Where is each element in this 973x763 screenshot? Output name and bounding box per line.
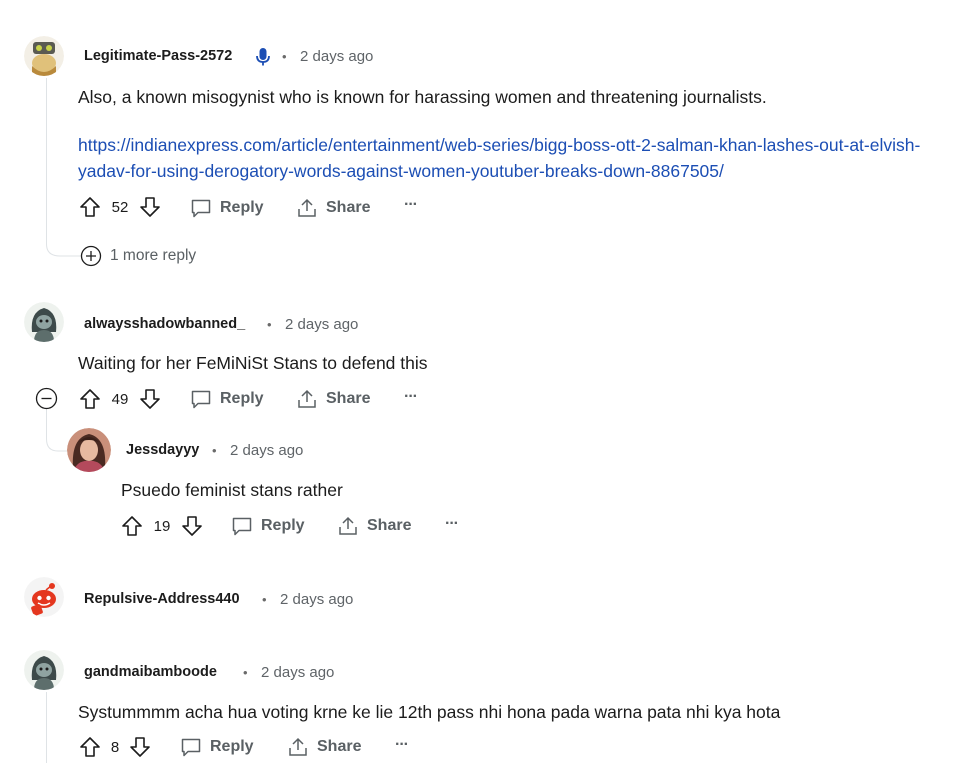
reply-button[interactable]: Reply bbox=[231, 515, 305, 537]
reply-label: Reply bbox=[261, 517, 305, 534]
username[interactable]: Jessdayyy bbox=[126, 442, 199, 458]
reply-button[interactable]: Reply bbox=[180, 736, 254, 758]
avatar[interactable] bbox=[24, 302, 64, 342]
avatar[interactable] bbox=[24, 650, 64, 690]
avatar[interactable] bbox=[67, 428, 111, 472]
avatar[interactable] bbox=[24, 36, 64, 76]
share-button[interactable]: Share bbox=[287, 736, 361, 758]
thread-branch bbox=[46, 232, 82, 257]
reply-button[interactable]: Reply bbox=[190, 197, 264, 219]
timestamp[interactable]: 2 days ago bbox=[280, 591, 353, 608]
vote-count: 49 bbox=[111, 390, 129, 408]
downvote-icon[interactable] bbox=[181, 515, 203, 537]
share-icon bbox=[287, 736, 309, 758]
comment-text: Waiting for her FeMiNiSt Stans to defend… bbox=[78, 353, 428, 373]
comment-text: Psuedo feminist stans rather bbox=[121, 480, 343, 500]
collapse-thread-icon[interactable] bbox=[35, 387, 58, 410]
timestamp[interactable]: 2 days ago bbox=[300, 48, 373, 65]
separator-dot: • bbox=[262, 592, 267, 607]
share-button[interactable]: Share bbox=[296, 388, 370, 410]
share-icon bbox=[296, 388, 318, 410]
timestamp[interactable]: 2 days ago bbox=[261, 664, 334, 681]
share-button[interactable]: Share bbox=[337, 515, 411, 537]
comment-bubble-icon bbox=[180, 736, 202, 758]
username[interactable]: Repulsive-Address440 bbox=[84, 591, 240, 607]
vote-count: 52 bbox=[111, 198, 129, 216]
reply-label: Reply bbox=[210, 738, 254, 755]
more-replies-button[interactable]: 1 more reply bbox=[80, 245, 196, 267]
share-label: Share bbox=[367, 517, 412, 534]
comment-text: Also, a known misogynist who is known fo… bbox=[78, 87, 767, 107]
vote-controls: 52 bbox=[79, 196, 161, 218]
reply-label: Reply bbox=[220, 199, 264, 216]
reply-button[interactable]: Reply bbox=[190, 388, 264, 410]
username[interactable]: gandmaibamboode bbox=[84, 664, 217, 680]
upvote-icon[interactable] bbox=[79, 736, 101, 758]
share-icon bbox=[337, 515, 359, 537]
username[interactable]: alwaysshadowbanned_ bbox=[84, 316, 245, 332]
plus-circle-icon bbox=[80, 245, 102, 267]
share-icon bbox=[296, 197, 318, 219]
share-label: Share bbox=[317, 738, 362, 755]
thread-line bbox=[46, 78, 47, 238]
avatar[interactable] bbox=[24, 577, 64, 617]
upvote-icon[interactable] bbox=[79, 196, 101, 218]
share-label: Share bbox=[326, 390, 371, 407]
downvote-icon[interactable] bbox=[139, 388, 161, 410]
comment-link[interactable]: https://indianexpress.com/article/entert… bbox=[78, 135, 920, 156]
more-replies-label: 1 more reply bbox=[110, 247, 197, 264]
comment-bubble-icon bbox=[231, 515, 253, 537]
share-button[interactable]: Share bbox=[296, 197, 370, 219]
separator-dot: • bbox=[212, 443, 217, 458]
upvote-icon[interactable] bbox=[121, 515, 143, 537]
more-options-button[interactable]: ··· bbox=[404, 196, 418, 214]
more-options-button[interactable]: ··· bbox=[445, 515, 459, 533]
comment-bubble-icon bbox=[190, 388, 212, 410]
downvote-icon[interactable] bbox=[129, 736, 151, 758]
upvote-icon[interactable] bbox=[79, 388, 101, 410]
thread-line bbox=[46, 692, 47, 763]
separator-dot: • bbox=[243, 665, 248, 680]
timestamp[interactable]: 2 days ago bbox=[285, 316, 358, 333]
vote-controls: 19 bbox=[121, 515, 203, 537]
vote-count: 19 bbox=[153, 517, 171, 535]
comment-text: Systummmm acha hua voting krne ke lie 12… bbox=[78, 702, 781, 722]
timestamp[interactable]: 2 days ago bbox=[230, 442, 303, 459]
username[interactable]: Legitimate-Pass-2572 bbox=[84, 48, 232, 64]
share-label: Share bbox=[326, 199, 371, 216]
downvote-icon[interactable] bbox=[139, 196, 161, 218]
vote-controls: 8 bbox=[79, 736, 151, 758]
microphone-icon bbox=[255, 47, 271, 67]
vote-count: 8 bbox=[110, 738, 120, 756]
vote-controls: 49 bbox=[79, 388, 161, 410]
more-options-button[interactable]: ··· bbox=[404, 388, 418, 406]
reply-label: Reply bbox=[220, 390, 264, 407]
comment-bubble-icon bbox=[190, 197, 212, 219]
separator-dot: • bbox=[267, 317, 272, 332]
separator-dot: • bbox=[282, 49, 287, 64]
comment-link-continued[interactable]: yadav-for-using-derogatory-words-against… bbox=[78, 161, 724, 182]
more-options-button[interactable]: ··· bbox=[395, 736, 409, 754]
